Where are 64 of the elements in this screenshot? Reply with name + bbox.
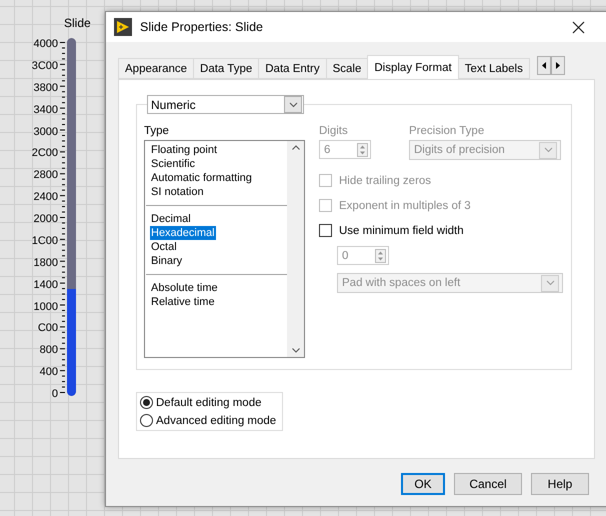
scale-label: 800 [40,344,58,356]
scroll-down-icon [292,348,300,353]
digits-label: Digits [319,125,349,137]
list-item[interactable]: Automatic formatting [150,171,253,185]
list-item[interactable]: Scientific [150,157,196,171]
dialog-button[interactable]: Cancel [454,473,522,495]
tab[interactable]: Data Entry [258,58,327,79]
scale-label: C00 [38,322,58,334]
list-item[interactable]: Relative time [150,295,216,309]
list-item[interactable]: SI notation [150,185,205,199]
close-icon [572,20,584,34]
slide-label: Slide [64,16,91,30]
tab[interactable]: Scale [326,58,368,79]
dialog-button[interactable]: Help [531,473,589,495]
scrollbar[interactable] [287,141,304,357]
checkbox[interactable] [319,224,332,237]
chevron-down-icon [544,147,552,153]
radio-button[interactable] [140,396,153,409]
checkbox-label: Exponent in multiples of 3 [339,200,471,212]
slider-track[interactable] [67,38,76,396]
tab[interactable]: Text Labels [458,58,530,79]
type-label: Type [144,125,170,137]
app-logo-icon [114,18,132,36]
list-item[interactable]: Hexadecimal [150,226,216,240]
list-item[interactable]: Floating point [150,143,218,157]
scale-label: 1800 [34,256,58,269]
scale-label: 3000 [34,126,58,138]
list-item[interactable]: Binary [150,254,184,268]
scale-label: 3C00 [32,60,58,72]
list-item[interactable]: Absolute time [150,281,219,295]
scale-label: 3800 [34,82,58,94]
scale-label: 2400 [34,191,58,204]
scale-label: 1000 [34,300,58,312]
scale-label: 1C00 [32,234,58,247]
scroll-up-icon [292,145,300,150]
scroll-right-button[interactable] [550,56,565,75]
format-dropdown[interactable]: Numeric [147,95,304,114]
list-item[interactable]: Octal [150,240,178,254]
window-title: Slide Properties: Slide [140,20,264,34]
right-triangle-icon [556,62,560,69]
radio-label: Default editing mode [156,396,262,408]
type-listbox[interactable]: Floating point Scientific Automatic formatting SI notation Decimal Hexadecimal Octal Binary Absolute time Relative time [144,140,305,358]
scale-label: 400 [40,366,58,378]
radio-button[interactable] [140,414,153,427]
list-item[interactable]: Decimal [150,212,192,226]
checkbox-label: Use minimum field width [339,224,464,236]
chevron-down-icon [288,102,298,108]
scale-label: 3400 [34,104,58,116]
scale-label: 1400 [34,278,58,291]
dialog-button[interactable]: OK [401,473,445,495]
scale-label: 2800 [34,169,58,182]
scroll-left-button[interactable] [536,56,551,75]
chevron-down-icon [546,280,554,286]
tab[interactable]: Appearance [118,58,194,79]
scale-label: 2000 [34,213,58,225]
scale-label: 4000 [34,38,58,50]
radio-label: Advanced editing mode [156,414,276,426]
tab[interactable]: Data Type [193,58,260,79]
tab[interactable]: Display Format [367,55,459,79]
checkbox-label: Hide trailing zeros [339,174,432,186]
precision-type-label: Precision Type [409,125,486,137]
left-triangle-icon [542,62,546,69]
scale-label: 2C00 [32,147,58,160]
scale-label: 0 [52,388,58,400]
